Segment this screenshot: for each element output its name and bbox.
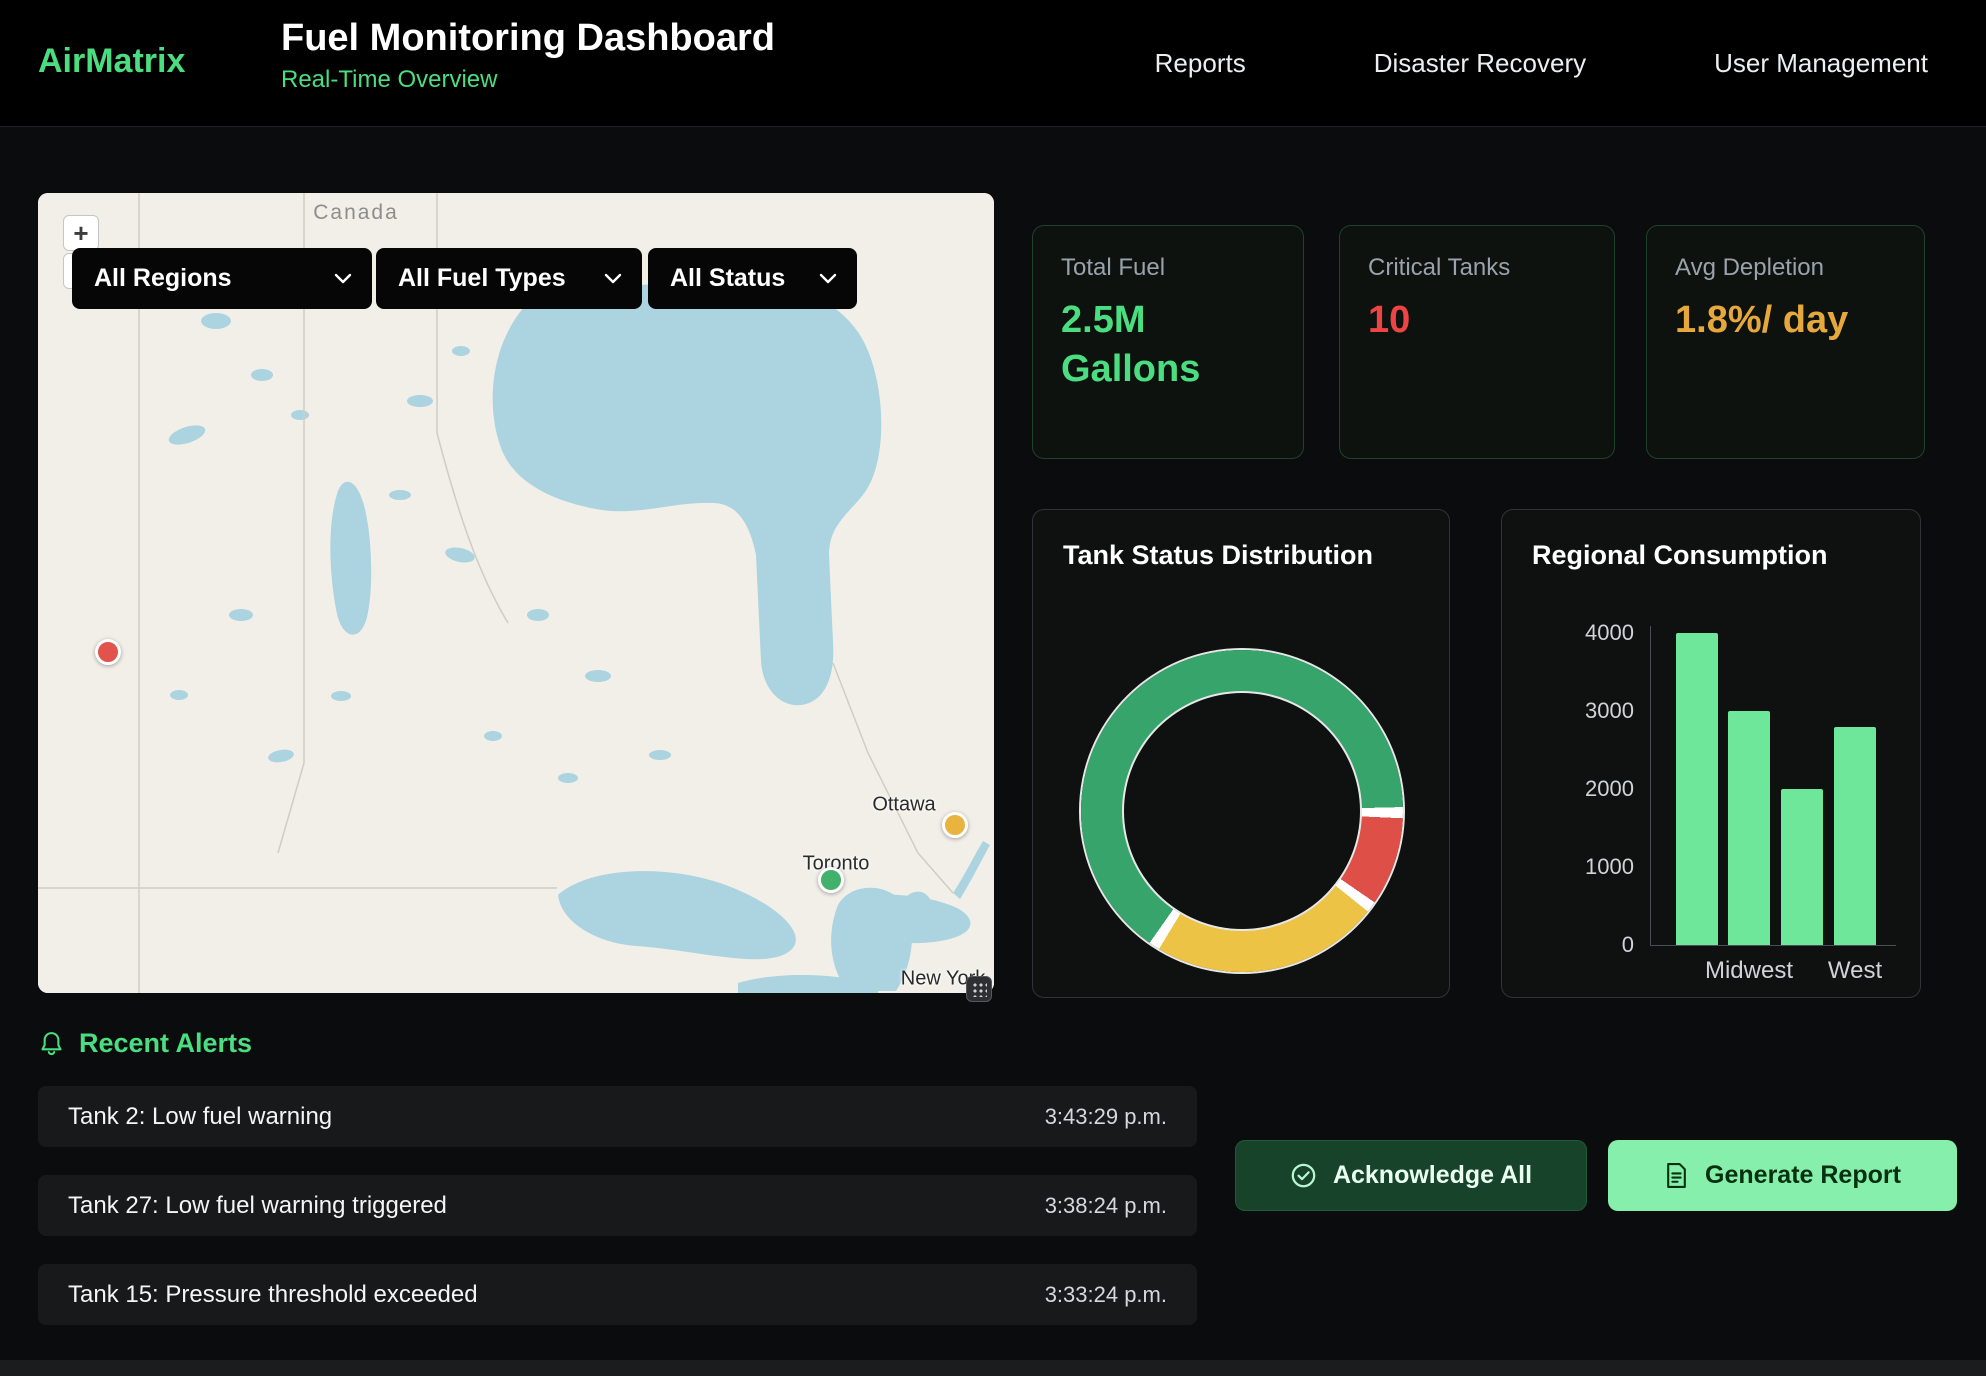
y-axis-tick-label: 3000 bbox=[1538, 698, 1634, 724]
alert-time: 3:43:29 p.m. bbox=[1045, 1104, 1167, 1130]
bar bbox=[1728, 711, 1770, 945]
acknowledge-all-button[interactable]: Acknowledge All bbox=[1235, 1140, 1587, 1211]
check-circle-icon bbox=[1290, 1162, 1317, 1189]
x-axis-label: West bbox=[1795, 957, 1915, 985]
x-axis-label: Midwest bbox=[1689, 957, 1809, 985]
tank-marker[interactable] bbox=[818, 867, 844, 893]
bell-icon bbox=[38, 1030, 65, 1057]
page-subtitle: Real-Time Overview bbox=[281, 66, 775, 94]
stat-label: Total Fuel bbox=[1061, 254, 1275, 282]
map-filter-select[interactable]: All Regions bbox=[72, 248, 372, 309]
stat-card: Avg Depletion 1.8%/ day bbox=[1646, 225, 1925, 459]
stat-card: Critical Tanks 10 bbox=[1339, 225, 1615, 459]
generate-report-label: Generate Report bbox=[1705, 1161, 1901, 1190]
chevron-down-icon bbox=[604, 273, 622, 284]
document-icon bbox=[1664, 1162, 1689, 1189]
donut-hole bbox=[1122, 691, 1362, 931]
map-filter-select[interactable]: All Status bbox=[648, 248, 857, 309]
stat-value: 1.8%/ day bbox=[1675, 296, 1896, 345]
stat-value: 10 bbox=[1368, 296, 1586, 345]
filter-label: All Status bbox=[670, 264, 785, 293]
tank-status-card: Tank Status Distribution bbox=[1032, 509, 1450, 998]
alert-row[interactable]: Tank 2: Low fuel warning 3:43:29 p.m. bbox=[38, 1086, 1197, 1147]
footer-strip bbox=[0, 1360, 1986, 1376]
header: AirMatrix Fuel Monitoring Dashboard Real… bbox=[0, 0, 1986, 127]
bar-chart: 0 1000 2000 3000 4000 MidwestWest bbox=[1502, 510, 1920, 997]
grip-dots-icon bbox=[971, 981, 987, 997]
chevron-down-icon bbox=[334, 273, 352, 284]
tank-marker[interactable] bbox=[95, 639, 121, 665]
chart-title: Tank Status Distribution bbox=[1063, 540, 1419, 571]
y-axis-tick-label: 0 bbox=[1538, 932, 1634, 958]
map-filter-select[interactable]: All Fuel Types bbox=[376, 248, 642, 309]
alert-time: 3:33:24 p.m. bbox=[1045, 1282, 1167, 1308]
stat-card: Total Fuel 2.5M Gallons bbox=[1032, 225, 1304, 459]
y-axis-tick-label: 4000 bbox=[1538, 620, 1634, 646]
y-axis-tick-label: 2000 bbox=[1538, 776, 1634, 802]
regional-consumption-card: Regional Consumption 01000200030004000 M… bbox=[1501, 509, 1921, 998]
stat-label: Critical Tanks bbox=[1368, 254, 1586, 282]
main-nav: Reports Disaster Recovery User Management bbox=[1155, 0, 1928, 127]
map-panel[interactable]: + − All Regions All Fuel Types All Statu… bbox=[38, 193, 994, 993]
donut-chart bbox=[1081, 650, 1403, 972]
y-axis-line bbox=[1650, 626, 1651, 946]
nav-item-reports[interactable]: Reports bbox=[1155, 48, 1246, 79]
alert-row[interactable]: Tank 27: Low fuel warning triggered 3:38… bbox=[38, 1175, 1197, 1236]
tank-marker[interactable] bbox=[942, 812, 968, 838]
alerts-header: Recent Alerts bbox=[38, 1028, 252, 1059]
alerts-title: Recent Alerts bbox=[79, 1028, 252, 1059]
filter-label: All Fuel Types bbox=[398, 264, 566, 293]
x-axis-line bbox=[1650, 945, 1896, 946]
alert-message: Tank 15: Pressure threshold exceeded bbox=[68, 1281, 478, 1309]
alert-message: Tank 2: Low fuel warning bbox=[68, 1103, 332, 1131]
stat-value: 2.5M Gallons bbox=[1061, 296, 1275, 393]
fuel-dashboard-page: AirMatrix Fuel Monitoring Dashboard Real… bbox=[0, 0, 1986, 1376]
filter-label: All Regions bbox=[94, 264, 232, 293]
bar bbox=[1781, 789, 1823, 945]
alerts-list: Tank 2: Low fuel warning 3:43:29 p.m. Ta… bbox=[38, 1086, 1197, 1325]
bar bbox=[1676, 633, 1718, 945]
acknowledge-all-label: Acknowledge All bbox=[1333, 1161, 1532, 1190]
nav-item-disaster-recovery[interactable]: Disaster Recovery bbox=[1374, 48, 1586, 79]
map-resize-handle[interactable] bbox=[966, 976, 992, 1002]
alert-row[interactable]: Tank 15: Pressure threshold exceeded 3:3… bbox=[38, 1264, 1197, 1325]
y-axis-tick-label: 1000 bbox=[1538, 854, 1634, 880]
map-place-label: Ottawa bbox=[872, 794, 935, 817]
map-zoom-in-button[interactable]: + bbox=[63, 215, 99, 251]
nav-item-user-management[interactable]: User Management bbox=[1714, 48, 1928, 79]
app-logo[interactable]: AirMatrix bbox=[38, 42, 185, 81]
alert-time: 3:38:24 p.m. bbox=[1045, 1193, 1167, 1219]
bar bbox=[1834, 727, 1876, 945]
title-block: Fuel Monitoring Dashboard Real-Time Over… bbox=[281, 17, 775, 94]
map-place-label: Canada bbox=[313, 201, 399, 225]
chevron-down-icon bbox=[819, 273, 837, 284]
page-title: Fuel Monitoring Dashboard bbox=[281, 17, 775, 60]
stat-label: Avg Depletion bbox=[1675, 254, 1896, 282]
alert-message: Tank 27: Low fuel warning triggered bbox=[68, 1192, 447, 1220]
generate-report-button[interactable]: Generate Report bbox=[1608, 1140, 1957, 1211]
